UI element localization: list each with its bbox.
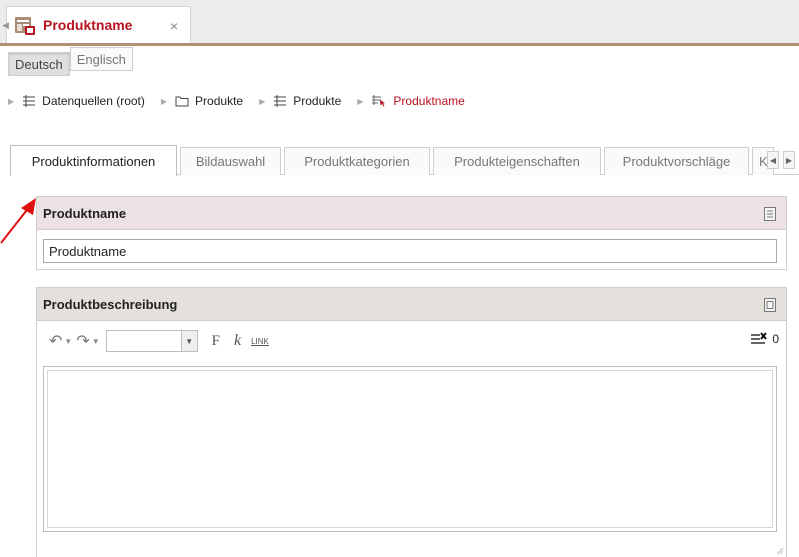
editor-toolbar: ↶ ▼ ↷ ▼ ▼ F k LINK 0 bbox=[49, 330, 779, 352]
bold-button[interactable]: F bbox=[212, 333, 220, 350]
tab-produktinformationen[interactable]: Produktinformationen bbox=[10, 145, 177, 176]
tab-produktkategorien[interactable]: Produktkategorien bbox=[284, 147, 430, 175]
product-document-icon bbox=[15, 17, 35, 35]
tab-bildauswahl[interactable]: Bildauswahl bbox=[180, 147, 281, 175]
product-name-panel-title: Produktname bbox=[37, 197, 786, 230]
breadcrumb-item-produktname[interactable]: ▶ Produktname bbox=[355, 94, 479, 108]
resize-handle-icon[interactable] bbox=[776, 547, 784, 555]
document-tab-title: Produktname bbox=[43, 17, 133, 33]
document-tab-strip: ◀ Produktname × bbox=[0, 0, 799, 46]
breadcrumb: ▶ Datenquellen (root) ▶ Produkte ▶ Produ… bbox=[6, 90, 479, 112]
breadcrumb-item-datenquellen[interactable]: ▶ Datenquellen (root) bbox=[6, 94, 159, 108]
breadcrumb-label: Produkte bbox=[195, 94, 244, 108]
clear-format-icon[interactable] bbox=[751, 332, 768, 346]
tab-scroll-left-icon[interactable]: ◀ bbox=[767, 151, 779, 169]
product-name-input[interactable]: Produktname bbox=[43, 239, 777, 263]
multi-language-icon[interactable] bbox=[764, 298, 776, 312]
single-language-icon[interactable] bbox=[764, 207, 776, 221]
description-editor[interactable] bbox=[43, 366, 777, 532]
redo-dropdown-icon[interactable]: ▼ bbox=[92, 337, 100, 346]
redo-icon[interactable]: ↷ bbox=[76, 331, 89, 351]
breadcrumb-arrow-icon: ▶ bbox=[259, 96, 266, 106]
tab-produktvorschlaege[interactable]: Produktvorschläge bbox=[604, 147, 749, 175]
tab-scroll-right-icon[interactable]: ▶ bbox=[783, 151, 795, 169]
character-count: 0 bbox=[772, 332, 779, 346]
character-counter: 0 bbox=[751, 332, 779, 346]
product-name-panel: Produktname Produktname bbox=[36, 196, 787, 270]
close-icon[interactable]: × bbox=[170, 18, 178, 34]
breadcrumb-label: Produkte bbox=[293, 94, 342, 108]
product-description-panel: Produktbeschreibung ↶ ▼ ↷ ▼ ▼ F k LINK 0 bbox=[36, 287, 787, 557]
format-select[interactable]: ▼ bbox=[105, 330, 198, 352]
undo-dropdown-icon[interactable]: ▼ bbox=[64, 337, 72, 346]
language-button-deutsch[interactable]: Deutsch bbox=[8, 52, 70, 76]
description-editor-area[interactable] bbox=[47, 370, 773, 528]
breadcrumb-arrow-icon: ▶ bbox=[8, 96, 15, 106]
product-description-panel-title: Produktbeschreibung bbox=[37, 288, 786, 321]
language-selector: Deutsch Englisch bbox=[8, 47, 133, 76]
link-button[interactable]: LINK bbox=[251, 337, 269, 346]
document-tab[interactable]: ◀ Produktname × bbox=[2, 6, 191, 43]
folder-icon bbox=[175, 96, 189, 107]
breadcrumb-arrow-icon: ▶ bbox=[160, 96, 168, 106]
breadcrumb-item-produkte-table[interactable]: ▶ Produkte bbox=[257, 94, 355, 108]
italic-button[interactable]: k bbox=[234, 332, 241, 350]
breadcrumb-label: Datenquellen (root) bbox=[42, 94, 145, 108]
breadcrumb-item-produkte-folder[interactable]: ▶ Produkte bbox=[159, 94, 257, 108]
datasource-icon bbox=[23, 95, 36, 107]
dataset-icon bbox=[372, 95, 386, 107]
undo-icon[interactable]: ↶ bbox=[49, 331, 62, 351]
breadcrumb-label: Produktname bbox=[393, 94, 465, 108]
app-root: ◀ Produktname × Deutsch Englisch ▶ Daten… bbox=[0, 0, 799, 557]
tab-produkteigenschaften[interactable]: Produkteigenschaften bbox=[433, 147, 601, 175]
datasource-icon bbox=[274, 95, 287, 107]
chevron-down-icon[interactable]: ▼ bbox=[180, 331, 197, 351]
breadcrumb-arrow-icon: ▶ bbox=[357, 96, 364, 106]
content-tabs: Produktinformationen Bildauswahl Produkt… bbox=[10, 145, 799, 176]
red-annotation-arrow-icon bbox=[0, 198, 36, 244]
tab-scroll-left-icon[interactable]: ◀ bbox=[2, 20, 9, 31]
language-button-englisch[interactable]: Englisch bbox=[69, 47, 133, 71]
